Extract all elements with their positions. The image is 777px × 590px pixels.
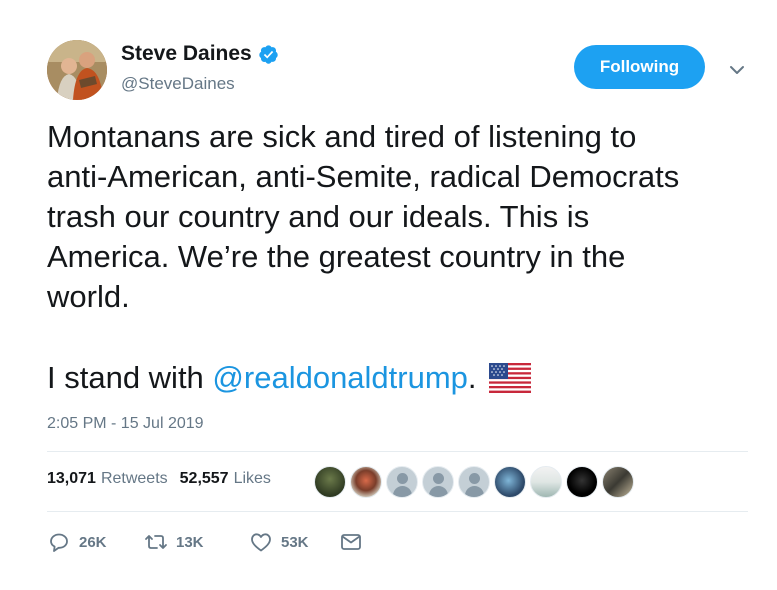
like-button[interactable]: 53K	[249, 530, 339, 554]
chevron-down-icon[interactable]	[725, 58, 749, 82]
liker-avatar[interactable]	[530, 466, 562, 498]
tweet-text-prefix: I stand with	[47, 360, 213, 395]
divider	[47, 451, 748, 452]
tweet-stats: 13,071 Retweets 52,557 Likes	[47, 470, 283, 488]
liker-avatar[interactable]	[350, 466, 382, 498]
liker-avatar[interactable]	[602, 466, 634, 498]
tweet-card: Steve Daines @SteveDaines Following Mont…	[0, 0, 777, 590]
divider	[47, 511, 748, 512]
direct-message-button[interactable]	[339, 530, 363, 554]
tweet-actions: 26K 13K 53K	[47, 530, 363, 554]
liker-avatar[interactable]	[422, 466, 454, 498]
following-button[interactable]: Following	[574, 45, 705, 89]
tweet-text-line: I stand with @realdonaldtrump .	[47, 358, 757, 398]
heart-icon	[251, 533, 271, 552]
retweets-count[interactable]: 13,071	[47, 470, 96, 488]
mention-link[interactable]: @realdonaldtrump	[212, 358, 468, 398]
author-name-text[interactable]: Steve Daines	[121, 42, 252, 66]
author-handle[interactable]: @SteveDaines	[121, 74, 235, 94]
liker-avatar[interactable]	[314, 466, 346, 498]
retweet-button[interactable]: 13K	[144, 530, 249, 554]
liker-avatars	[314, 466, 638, 498]
retweets-label[interactable]: Retweets	[101, 470, 168, 488]
retweet-icon	[145, 535, 167, 549]
author-name[interactable]: Steve Daines	[121, 42, 279, 66]
reply-button[interactable]: 26K	[47, 530, 144, 554]
liker-avatar[interactable]	[494, 466, 526, 498]
retweet-count: 13K	[176, 533, 204, 551]
tweet-text: Montanans are sick and tired of listenin…	[47, 119, 680, 314]
like-count: 53K	[281, 533, 309, 551]
liker-avatar[interactable]	[566, 466, 598, 498]
reply-icon	[50, 533, 68, 552]
likes-label[interactable]: Likes	[234, 470, 271, 488]
envelope-icon	[341, 534, 361, 550]
reply-count: 26K	[79, 533, 107, 551]
verified-badge-icon	[259, 44, 278, 64]
liker-avatar[interactable]	[386, 466, 418, 498]
liker-avatar[interactable]	[458, 466, 490, 498]
avatar[interactable]	[47, 40, 107, 100]
us-flag-icon	[488, 363, 531, 393]
tweet-timestamp[interactable]: 2:05 PM - 15 Jul 2019	[47, 415, 204, 433]
tweet-text-suffix: .	[467, 360, 477, 395]
likes-count[interactable]: 52,557	[180, 470, 229, 488]
